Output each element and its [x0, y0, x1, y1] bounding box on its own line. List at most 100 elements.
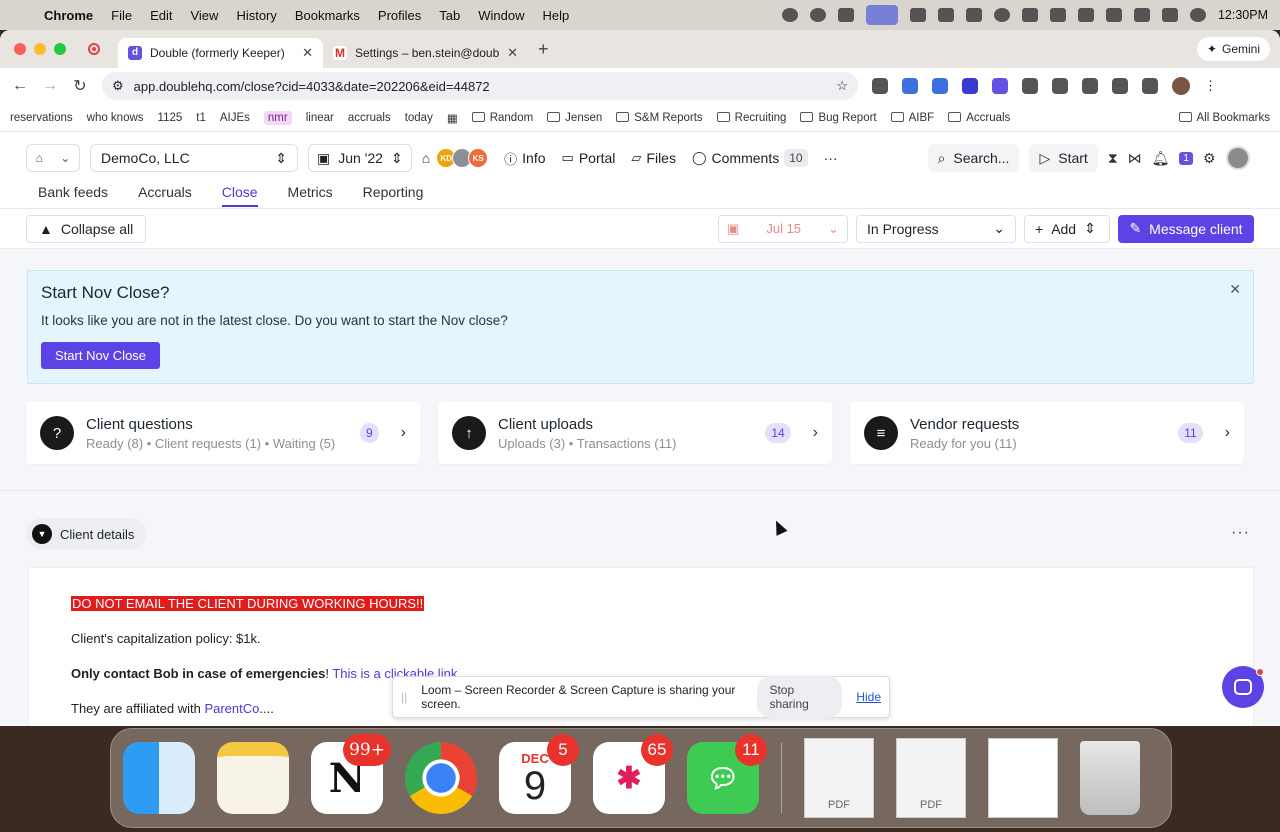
tab-reporting[interactable]: Reporting — [363, 184, 424, 205]
tool-icon[interactable] — [909, 8, 926, 22]
bank-icon[interactable]: ⌂ — [422, 150, 430, 166]
parentco-link[interactable]: ParentCo — [204, 701, 259, 716]
bell-icon[interactable]: 🔔︎ — [1152, 150, 1170, 167]
cast-icon[interactable] — [1142, 78, 1158, 94]
shield-icon[interactable] — [1022, 78, 1038, 94]
menu-history[interactable]: History — [236, 8, 276, 23]
chat-launcher-button[interactable] — [1222, 666, 1264, 708]
info-link[interactable]: ⓘ Info — [504, 149, 545, 168]
new-tab-button[interactable]: + — [538, 39, 549, 60]
menu-chrome[interactable]: Chrome — [44, 8, 93, 23]
close-icon[interactable]: ✕ — [1229, 281, 1241, 298]
bookmark-folder[interactable]: Accruals — [948, 111, 1010, 124]
clock[interactable]: 12:30PM — [1218, 8, 1268, 22]
vendor-requests-card[interactable]: ≡ Vendor requests Ready for you (11) 11 … — [850, 402, 1244, 464]
minimize-window-button[interactable] — [34, 43, 46, 55]
menu-help[interactable]: Help — [543, 8, 570, 23]
user-icon[interactable] — [1189, 8, 1206, 22]
message-client-button[interactable]: ✎ Message client — [1118, 214, 1254, 243]
trash-icon[interactable] — [1080, 741, 1140, 815]
document-preview-icon[interactable] — [988, 738, 1058, 818]
calendar-app-icon[interactable]: DEC 9 5 — [499, 734, 579, 814]
pdf-file-icon[interactable]: PDF — [804, 738, 874, 818]
portal-link[interactable]: ▭ Portal — [562, 150, 616, 166]
control-center-icon[interactable] — [1161, 8, 1178, 22]
profile-avatar[interactable] — [1172, 77, 1190, 95]
search-button[interactable]: ⌕ Search... — [927, 144, 1020, 172]
bookmark[interactable]: accruals — [348, 112, 391, 124]
company-select[interactable]: DemoCo, LLC ⇕ — [90, 144, 298, 172]
bookmark[interactable]: linear — [306, 112, 334, 124]
battery-icon[interactable] — [1133, 8, 1150, 22]
notion-icon[interactable]: N 99+ — [311, 734, 391, 814]
bookmark[interactable]: nmr — [263, 110, 292, 125]
files-link[interactable]: ▱ Files — [631, 150, 676, 166]
back-icon[interactable]: ← — [12, 77, 28, 95]
all-bookmarks[interactable]: All Bookmarks — [1178, 111, 1270, 124]
menu-profiles[interactable]: Profiles — [378, 8, 421, 23]
url-text[interactable]: app.doublehq.com/close?cid=4033&date=202… — [134, 79, 827, 94]
forward-icon[interactable]: → — [42, 77, 58, 95]
calendar-icon[interactable] — [1021, 8, 1038, 22]
menu-window[interactable]: Window — [478, 8, 524, 23]
add-button[interactable]: + Add ⇕ — [1024, 214, 1110, 243]
wifi-icon[interactable] — [1105, 8, 1122, 22]
client-details-toggle[interactable]: ▼ Client details — [26, 518, 147, 550]
extension-icon[interactable] — [902, 78, 918, 94]
more-menu-icon[interactable]: ··· — [824, 150, 838, 166]
maximize-window-button[interactable] — [54, 43, 66, 55]
tab-close[interactable]: Close — [221, 184, 258, 207]
close-tab-icon[interactable]: ✕ — [507, 45, 518, 61]
tab-bank-feeds[interactable]: Bank feeds — [38, 184, 108, 205]
start-button[interactable]: ▷ Start — [1029, 144, 1098, 172]
extension-icon[interactable] — [992, 78, 1008, 94]
status-select[interactable]: In Progress ⌄ — [856, 214, 1016, 243]
close-tab-icon[interactable]: ✕ — [302, 45, 313, 61]
bookmark[interactable]: reservations — [10, 112, 73, 124]
chrome-icon[interactable] — [405, 742, 477, 814]
bookmark-folder[interactable]: Jensen — [547, 111, 602, 124]
site-info-icon[interactable]: ⚙ — [112, 78, 124, 94]
extension-icon[interactable] — [962, 78, 978, 94]
reload-icon[interactable]: ↻ — [72, 76, 88, 96]
home-menu[interactable]: ⌂ ⌄ — [26, 144, 80, 172]
tab-metrics[interactable]: Metrics — [288, 184, 333, 205]
finder-icon[interactable] — [123, 742, 195, 814]
record-icon[interactable] — [88, 43, 100, 55]
bookmark-star-icon[interactable]: ☆ — [836, 78, 848, 94]
period-select[interactable]: ▣ Jun '22 ⇕ — [308, 144, 412, 172]
chrome-menu-icon[interactable]: ⋮ — [1204, 78, 1217, 94]
menu-file[interactable]: File — [111, 8, 132, 23]
client-uploads-card[interactable]: ↑ Client uploads Uploads (3) • Transacti… — [438, 402, 832, 464]
play-icon[interactable] — [993, 8, 1010, 22]
tab-settings[interactable]: M Settings – ben.stein@doublehq ✕ — [323, 38, 528, 68]
apps-grid-icon[interactable]: ▦ — [447, 111, 458, 125]
bluetooth-icon[interactable] — [1077, 8, 1094, 22]
hourglass-icon[interactable]: ⧗ — [1108, 150, 1118, 167]
slack-icon[interactable]: ✱ 65 — [593, 734, 673, 814]
bookmark-folder[interactable]: S&M Reports — [616, 111, 703, 124]
menu-view[interactable]: View — [190, 8, 218, 23]
gemini-button[interactable]: ✦ Gemini — [1196, 37, 1270, 61]
bookmark[interactable]: t1 — [196, 112, 206, 124]
menu-tab[interactable]: Tab — [439, 8, 460, 23]
extension-icon[interactable] — [932, 78, 948, 94]
client-questions-card[interactable]: ? Client questions Ready (8) • Client re… — [26, 402, 420, 464]
start-nov-close-button[interactable]: Start Nov Close — [41, 342, 161, 369]
user-avatar[interactable] — [1225, 146, 1250, 170]
bookmark[interactable]: who knows — [87, 112, 144, 124]
settings-gear-icon[interactable]: ⚙ — [1203, 150, 1216, 167]
bookmark[interactable]: today — [405, 112, 433, 124]
window-icon[interactable] — [965, 8, 982, 22]
due-date-select[interactable]: ▣ Jul 15 ⌄ — [718, 214, 848, 243]
more-options-icon[interactable]: ··· — [1231, 524, 1250, 542]
app-status-icon[interactable] — [837, 8, 854, 22]
url-field[interactable]: ⚙ app.doublehq.com/close?cid=4033&date=2… — [102, 72, 858, 100]
messages-icon[interactable]: 💬︎ 11 — [687, 734, 767, 814]
comments-link[interactable]: ◯ Comments 10 — [692, 149, 808, 167]
pdf-file-icon[interactable]: PDF — [896, 738, 966, 818]
apple-icon[interactable] — [12, 7, 26, 23]
menu-edit[interactable]: Edit — [150, 8, 172, 23]
menu-bookmarks[interactable]: Bookmarks — [295, 8, 360, 23]
extension-icon[interactable] — [872, 78, 888, 94]
